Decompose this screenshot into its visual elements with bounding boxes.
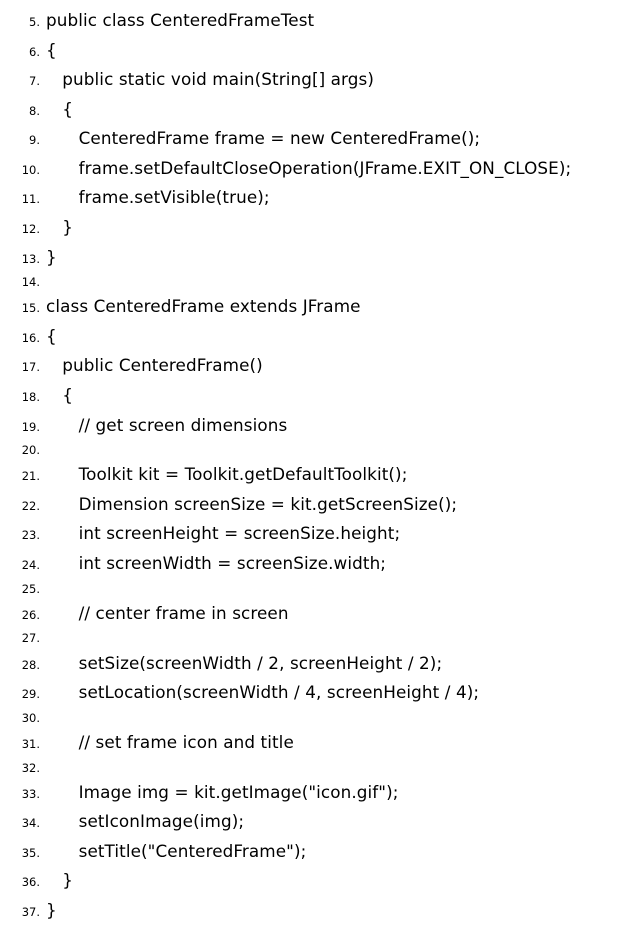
code-line: 21. Toolkit kit = Toolkit.getDefaultTool…	[10, 460, 630, 490]
line-number: 20.	[10, 440, 40, 460]
code-line: 37.}	[10, 896, 630, 926]
code-text: int screenWidth = screenSize.width;	[46, 549, 386, 579]
code-line: 9. CenteredFrame frame = new CenteredFra…	[10, 124, 630, 154]
code-line: 32.	[10, 758, 630, 778]
code-line: 22. Dimension screenSize = kit.getScreen…	[10, 490, 630, 520]
code-line: 31. // set frame icon and title	[10, 728, 630, 758]
code-line: 35. setTitle("CenteredFrame");	[10, 837, 630, 867]
line-number: 23.	[10, 525, 40, 545]
code-text: Dimension screenSize = kit.getScreenSize…	[46, 490, 457, 520]
code-line: 10. frame.setDefaultCloseOperation(JFram…	[10, 154, 630, 184]
code-line: 13.}	[10, 243, 630, 273]
line-number: 17.	[10, 357, 40, 377]
line-number: 26.	[10, 605, 40, 625]
code-line: 12. }	[10, 213, 630, 243]
code-text: public class CenteredFrameTest	[46, 6, 314, 36]
line-number: 32.	[10, 758, 40, 778]
code-line: 25.	[10, 579, 630, 599]
code-text: class CenteredFrame extends JFrame	[46, 292, 361, 322]
code-text: frame.setVisible(true);	[46, 183, 270, 213]
code-text: {	[46, 381, 73, 411]
line-number: 10.	[10, 160, 40, 180]
line-number: 19.	[10, 417, 40, 437]
code-text: // set frame icon and title	[46, 728, 294, 758]
line-number: 9.	[10, 130, 40, 150]
line-number: 24.	[10, 555, 40, 575]
code-text: public static void main(String[] args)	[46, 65, 374, 95]
code-line: 16. {	[10, 322, 630, 352]
line-number: 25.	[10, 579, 40, 599]
line-number: 11.	[10, 189, 40, 209]
line-number: 34.	[10, 813, 40, 833]
line-number: 31.	[10, 734, 40, 754]
line-number: 8.	[10, 101, 40, 121]
line-number: 35.	[10, 843, 40, 863]
code-line: 24. int screenWidth = screenSize.width;	[10, 549, 630, 579]
line-number: 30.	[10, 708, 40, 728]
code-line: 19. // get screen dimensions	[10, 411, 630, 441]
code-line: 5. public class CenteredFrameTest	[10, 6, 630, 36]
code-text: Toolkit kit = Toolkit.getDefaultToolkit(…	[46, 460, 407, 490]
code-line: 29. setLocation(screenWidth / 4, screenH…	[10, 678, 630, 708]
code-text: int screenHeight = screenSize.height;	[46, 519, 400, 549]
line-number: 7.	[10, 71, 40, 91]
code-text: {	[46, 95, 73, 125]
code-line: 33. Image img = kit.getImage("icon.gif")…	[10, 778, 630, 808]
code-text: }	[46, 213, 73, 243]
code-line: 6. {	[10, 36, 630, 66]
code-text: }	[46, 896, 57, 926]
code-text: CenteredFrame frame = new CenteredFrame(…	[46, 124, 480, 154]
code-line: 17. public CenteredFrame()	[10, 351, 630, 381]
line-number: 29.	[10, 684, 40, 704]
line-number: 6.	[10, 42, 40, 62]
code-text: {	[46, 36, 57, 66]
code-text: }	[46, 866, 73, 896]
code-line: 28. setSize(screenWidth / 2, screenHeigh…	[10, 649, 630, 679]
code-text: setLocation(screenWidth / 4, screenHeigh…	[46, 678, 479, 708]
code-line: 11. frame.setVisible(true);	[10, 183, 630, 213]
code-line: 15. class CenteredFrame extends JFrame	[10, 292, 630, 322]
code-line: 34. setIconImage(img);	[10, 807, 630, 837]
code-text: // center frame in screen	[46, 599, 289, 629]
line-number: 15.	[10, 298, 40, 318]
code-text: public CenteredFrame()	[46, 351, 263, 381]
code-line: 8. {	[10, 95, 630, 125]
line-number: 13.	[10, 249, 40, 269]
line-number: 22.	[10, 496, 40, 516]
line-number: 18.	[10, 387, 40, 407]
code-text: setSize(screenWidth / 2, screenHeight / …	[46, 649, 442, 679]
line-number: 16.	[10, 328, 40, 348]
code-text: Image img = kit.getImage("icon.gif");	[46, 778, 399, 808]
line-number: 28.	[10, 655, 40, 675]
code-line: 23. int screenHeight = screenSize.height…	[10, 519, 630, 549]
code-line: 18. {	[10, 381, 630, 411]
code-text: setTitle("CenteredFrame");	[46, 837, 306, 867]
line-number: 27.	[10, 628, 40, 648]
line-number: 12.	[10, 219, 40, 239]
code-line: 20.	[10, 440, 630, 460]
code-text: frame.setDefaultCloseOperation(JFrame.EX…	[46, 154, 571, 184]
code-line: 7. public static void main(String[] args…	[10, 65, 630, 95]
line-number: 37.	[10, 902, 40, 922]
code-text: {	[46, 322, 57, 352]
code-line: 27.	[10, 628, 630, 648]
code-text: // get screen dimensions	[46, 411, 287, 441]
code-text: setIconImage(img);	[46, 807, 244, 837]
line-number: 33.	[10, 784, 40, 804]
code-text: }	[46, 243, 57, 273]
line-number: 14.	[10, 272, 40, 292]
line-number: 36.	[10, 872, 40, 892]
line-number: 21.	[10, 466, 40, 486]
code-line: 36. }	[10, 866, 630, 896]
line-number: 5.	[10, 12, 40, 32]
code-line: 26. // center frame in screen	[10, 599, 630, 629]
code-line: 14.	[10, 272, 630, 292]
code-line: 30.	[10, 708, 630, 728]
code-listing: 5. public class CenteredFrameTest 6. {7. pu…	[10, 6, 630, 926]
